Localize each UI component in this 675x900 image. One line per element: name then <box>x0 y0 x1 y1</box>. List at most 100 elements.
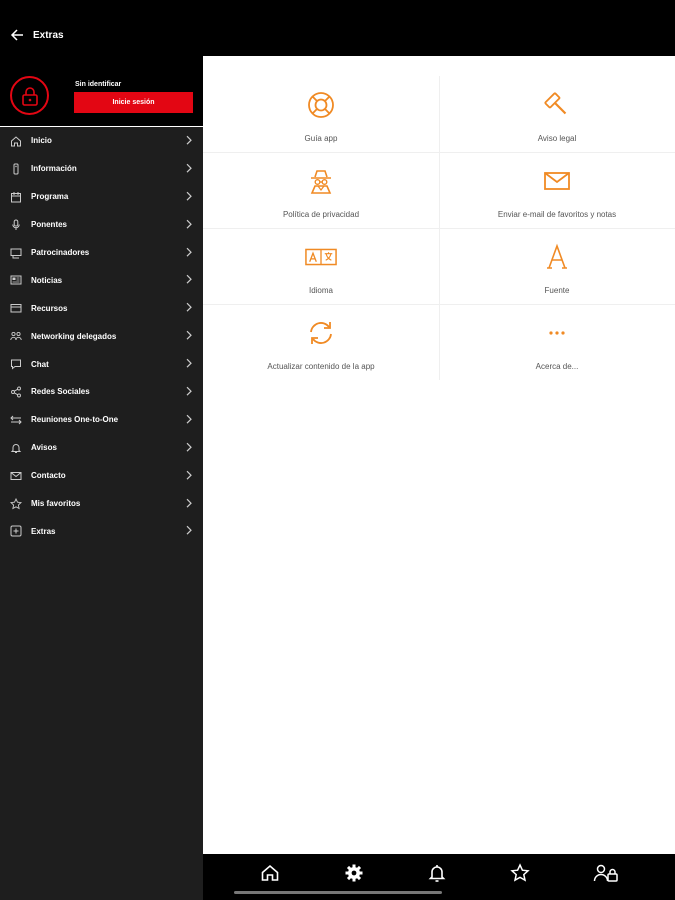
tile-acerca-de[interactable]: Acerca de... <box>439 304 675 380</box>
bell-icon <box>10 442 22 454</box>
plus-square-icon <box>10 525 22 537</box>
avatar[interactable] <box>10 76 49 115</box>
sidebar-item-patrocinadores[interactable]: Patrocinadores <box>0 239 203 267</box>
font-icon <box>541 241 573 273</box>
star-icon <box>510 863 530 882</box>
sidebar-item-label: Ponentes <box>31 220 68 230</box>
sidebar-item-noticias[interactable]: Noticias <box>0 266 203 294</box>
home-indicator <box>234 891 442 894</box>
share-icon <box>10 386 22 398</box>
sidebar-item-contacto[interactable]: Contacto <box>0 462 203 490</box>
app-root: Extras Sin identificar Inicie sesión Ini… <box>0 0 675 900</box>
nav-favorites-button[interactable] <box>505 860 535 886</box>
sidebar-item-networking-delegados[interactable]: Networking delegados <box>0 322 203 350</box>
sidebar-item-label: Patrocinadores <box>31 248 90 257</box>
sidebar-item-ponentes[interactable]: Ponentes <box>0 211 203 239</box>
chevron-right-icon <box>186 163 192 173</box>
chevron-right-icon <box>186 135 192 145</box>
calendar-icon <box>10 191 22 203</box>
chevron-right-icon <box>186 247 192 257</box>
sidebar-item-label: Información <box>31 164 77 174</box>
tile-label: Fuente <box>544 286 570 295</box>
chevron-right-icon <box>186 526 192 536</box>
sidebar: Sin identificar Inicie sesión Inicio Inf… <box>0 56 203 900</box>
sidebar-item-label: Inicio <box>31 136 52 146</box>
chevron-right-icon <box>186 414 192 424</box>
sidebar-item-inicio[interactable]: Inicio <box>0 127 203 155</box>
envelope-icon <box>541 165 573 197</box>
sidebar-item-label: Contacto <box>31 471 66 481</box>
tile-label: Enviar e-mail de favoritos y notas <box>497 210 617 219</box>
nav-home-button[interactable] <box>255 860 285 886</box>
tile-guia-app[interactable]: Guía app <box>203 76 439 152</box>
sidebar-item-programa[interactable]: Programa <box>0 183 203 211</box>
more-dots-icon <box>541 317 573 349</box>
page-title: Extras <box>33 30 64 41</box>
tile-actualizar-contenido[interactable]: Actualizar contenido de la app <box>203 304 439 380</box>
mail-icon <box>10 470 22 482</box>
sidebar-item-label: Reuniones One-to-One <box>31 415 119 425</box>
back-button[interactable] <box>6 24 28 46</box>
tile-fuente[interactable]: Fuente <box>439 228 675 304</box>
sidebar-item-extras[interactable]: Extras <box>0 517 203 545</box>
sidebar-item-label: Noticias <box>31 275 63 285</box>
home-icon <box>261 864 279 881</box>
gear-icon <box>345 864 363 882</box>
refresh-icon <box>305 317 337 349</box>
sidebar-item-label: Avisos <box>31 443 57 453</box>
microphone-icon <box>10 219 22 231</box>
tile-aviso-legal[interactable]: Aviso legal <box>439 76 675 152</box>
chevron-right-icon <box>186 330 192 340</box>
lifebuoy-icon <box>305 89 337 121</box>
sidebar-item-chat[interactable]: Chat <box>0 350 203 378</box>
nav-profile-button[interactable] <box>591 860 621 886</box>
tile-label: Acerca de... <box>535 362 579 371</box>
sidebar-item-recursos[interactable]: Recursos <box>0 294 203 322</box>
sidebar-item-label: Recursos <box>31 303 68 313</box>
nav-notifications-button[interactable] <box>422 860 452 886</box>
sidebar-item-avisos[interactable]: Avisos <box>0 434 203 462</box>
chevron-right-icon <box>186 219 192 229</box>
tile-enviar-email[interactable]: Enviar e-mail de favoritos y notas <box>439 152 675 228</box>
sidebar-item-informacion[interactable]: Información <box>0 155 203 183</box>
resources-icon <box>10 302 22 314</box>
info-icon <box>10 163 22 175</box>
gavel-icon <box>541 89 573 121</box>
tile-label: Guía app <box>304 134 338 143</box>
chevron-right-icon <box>186 470 192 480</box>
sidebar-item-label: Extras <box>31 526 56 536</box>
sidebar-menu: Inicio Información Programa Ponentes Pat <box>0 127 203 545</box>
tile-politica-privacidad[interactable]: Política de privacidad <box>203 152 439 228</box>
sidebar-item-label: Redes Sociales <box>31 387 90 397</box>
arrow-left-icon <box>10 29 23 41</box>
sidebar-item-label: Programa <box>31 192 69 202</box>
user-lock-icon <box>593 864 618 882</box>
tile-label: Aviso legal <box>537 134 577 143</box>
meetings-icon <box>10 414 22 426</box>
tile-idioma[interactable]: Idioma <box>203 228 439 304</box>
sidebar-item-reuniones[interactable]: Reuniones One-to-One <box>0 406 203 434</box>
star-icon <box>10 497 22 510</box>
login-button[interactable]: Inicie sesión <box>74 92 193 113</box>
sidebar-item-label: Networking delegados <box>31 331 117 341</box>
networking-icon <box>10 330 22 342</box>
main-content: Guía app Aviso legal Política de privaci… <box>203 56 675 854</box>
chat-icon <box>10 358 22 370</box>
user-block: Sin identificar Inicie sesión <box>0 56 203 127</box>
tile-label: Actualizar contenido de la app <box>267 362 375 371</box>
spy-icon <box>305 165 337 197</box>
chevron-right-icon <box>186 191 192 201</box>
home-icon <box>10 135 22 147</box>
user-status: Sin identificar <box>75 81 122 88</box>
nav-settings-button[interactable] <box>339 860 369 886</box>
chevron-right-icon <box>186 498 192 508</box>
sidebar-item-mis-favoritos[interactable]: Mis favoritos <box>0 490 203 518</box>
chevron-right-icon <box>186 275 192 285</box>
chevron-right-icon <box>186 442 192 452</box>
chevron-right-icon <box>186 303 192 312</box>
sidebar-item-label: Mis favoritos <box>31 499 81 509</box>
tile-label: Política de privacidad <box>282 210 360 219</box>
tile-label: Idioma <box>308 286 333 295</box>
sidebar-item-redes-sociales[interactable]: Redes Sociales <box>0 378 203 406</box>
chevron-right-icon <box>186 358 192 368</box>
